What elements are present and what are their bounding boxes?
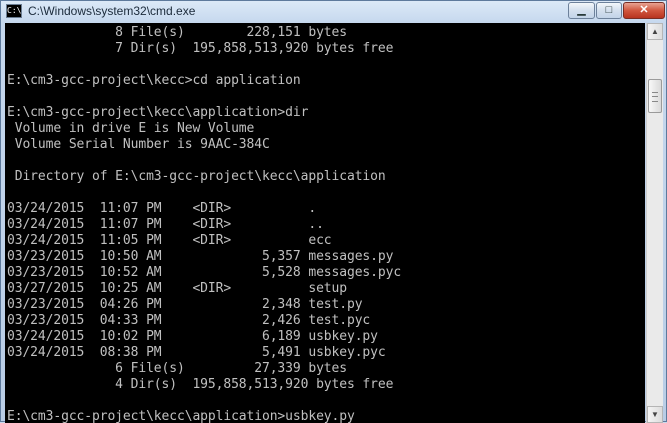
console-line: 03/23/2015 04:26 PM 2,348 test.py — [7, 297, 363, 312]
console-line: 03/24/2015 11:07 PM <DIR> . — [7, 201, 317, 216]
console-line: E:\cm3-gcc-project\kecc\application>usbk… — [7, 409, 355, 423]
scroll-up-button[interactable]: ▲ — [647, 23, 663, 40]
console-line: 03/24/2015 11:07 PM <DIR> .. — [7, 217, 324, 232]
console-line: 6 File(s) 27,339 bytes — [7, 361, 347, 376]
scroll-thumb[interactable] — [648, 79, 662, 113]
window-title: C:\Windows\system32\cmd.exe — [28, 4, 196, 18]
minimize-button[interactable]: ▁ — [568, 2, 595, 19]
console-line: E:\cm3-gcc-project\kecc\application>dir — [7, 105, 309, 120]
console-lines: 8 File(s) 228,151 bytes 7 Dir(s) 195,858… — [7, 25, 401, 423]
cmd-icon[interactable]: C:\ — [6, 4, 22, 18]
console-line: 4 Dir(s) 195,858,513,920 bytes free — [7, 377, 394, 392]
console-line: 03/23/2015 04:33 PM 2,426 test.pyc — [7, 313, 371, 328]
console-line: 03/24/2015 08:38 PM 5,491 usbkey.pyc — [7, 345, 386, 360]
cmd-window: C:\ C:\Windows\system32\cmd.exe ▁ □ ✕ 8 … — [0, 0, 667, 423]
console-output[interactable]: 8 File(s) 228,151 bytes 7 Dir(s) 195,858… — [5, 23, 645, 423]
console-line: 7 Dir(s) 195,858,513,920 bytes free — [7, 41, 394, 56]
title-bar[interactable]: C:\ C:\Windows\system32\cmd.exe ▁ □ ✕ — [1, 1, 666, 23]
console-line: Volume Serial Number is 9AAC-384C — [7, 137, 270, 152]
console-line: 8 File(s) 228,151 bytes — [7, 25, 347, 40]
vertical-scrollbar[interactable]: ▲ ▼ — [646, 23, 663, 423]
console-line: 03/24/2015 11:05 PM <DIR> ecc — [7, 233, 332, 248]
scroll-down-button[interactable]: ▼ — [647, 406, 663, 423]
console-line: Volume in drive E is New Volume — [7, 121, 255, 136]
console-line: Directory of E:\cm3-gcc-project\kecc\app… — [7, 169, 386, 184]
console-line: E:\cm3-gcc-project\kecc>cd application — [7, 73, 301, 88]
console-line: 03/23/2015 10:52 AM 5,528 messages.pyc — [7, 265, 402, 280]
grip-icon — [652, 92, 658, 102]
maximize-button[interactable]: □ — [596, 2, 622, 19]
console-line: 03/27/2015 10:25 AM <DIR> setup — [7, 281, 347, 296]
close-button[interactable]: ✕ — [623, 2, 665, 19]
console-line: 03/24/2015 10:02 PM 6,189 usbkey.py — [7, 329, 378, 344]
console-line: 03/23/2015 10:50 AM 5,357 messages.py — [7, 249, 394, 264]
